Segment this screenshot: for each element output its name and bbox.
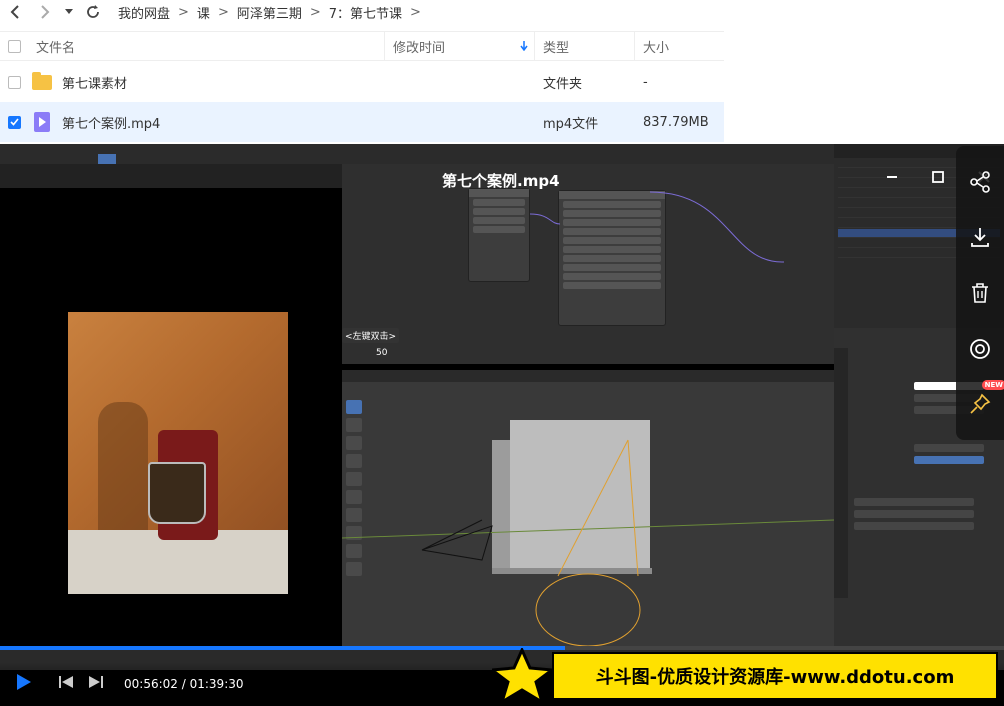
column-header-label: 修改时间 (393, 40, 446, 56)
breadcrumb-item[interactable]: 阿泽第三期 (231, 3, 308, 22)
breadcrumb-item[interactable]: 7：第七节课 (323, 3, 408, 22)
play-icon (17, 674, 31, 690)
current-time: 00:56:02 (124, 677, 178, 691)
download-button[interactable] (966, 223, 994, 251)
video-frame-render-view (0, 164, 342, 646)
share-button[interactable] (966, 168, 994, 196)
breadcrumb-item[interactable]: 我的网盘 (112, 3, 176, 22)
breadcrumb: 我的网盘 > 课 > 阿泽第三期 > 7：第七节课 > (112, 3, 423, 22)
caret-down-icon (65, 9, 73, 14)
refresh-button[interactable] (82, 1, 104, 23)
rendered-coffee-machine-image (68, 312, 288, 594)
video-frame-3d-viewport (342, 370, 834, 646)
play-button[interactable] (16, 673, 32, 695)
pin-icon (970, 393, 991, 414)
share-icon (970, 170, 990, 193)
delete-button[interactable] (966, 279, 994, 307)
check-icon (10, 118, 19, 126)
file-list-header: 文件名 修改时间 类型 大小 (0, 31, 724, 61)
watermark-star-logo (492, 648, 557, 704)
video-title: 第七个案例.mp4 (442, 172, 560, 190)
skip-previous-icon (59, 676, 73, 688)
back-button[interactable] (4, 1, 26, 23)
total-time: 01:39:30 (189, 677, 244, 691)
time-separator: / (181, 677, 186, 691)
download-icon (971, 228, 989, 248)
screenshot-button[interactable] (966, 335, 994, 363)
video-player[interactable]: <左键双击> 50 第七个案例.mp4 00:56:02 / 01:39:30 (0, 144, 1004, 706)
trash-icon (972, 283, 988, 303)
next-button[interactable] (88, 675, 104, 693)
previous-button[interactable] (58, 675, 74, 693)
breadcrumb-separator: > (178, 4, 189, 20)
file-row[interactable]: 第七课素材 文件夹 - (0, 62, 724, 102)
file-type: mp4文件 (543, 116, 599, 132)
player-side-toolbar: NEW (956, 146, 1004, 440)
skip-next-icon (89, 676, 103, 688)
video-frame-workspace-tabs (0, 154, 834, 164)
file-name[interactable]: 第七课素材 (62, 73, 127, 92)
sort-down-icon (520, 41, 528, 51)
forward-button[interactable] (34, 1, 56, 23)
video-frame-render-toolbar (0, 164, 342, 188)
new-badge: NEW (981, 380, 1004, 391)
column-header-type[interactable]: 类型 (534, 32, 634, 60)
minimize-icon (887, 176, 897, 178)
maximize-button[interactable] (926, 168, 950, 189)
watermark-banner: 斗斗图-优质设计资源库-www.ddotu.com (552, 652, 998, 700)
breadcrumb-separator: > (217, 4, 229, 20)
row-checkbox[interactable] (8, 75, 21, 89)
watermark-text: 斗斗图-优质设计资源库-www.ddotu.com (595, 667, 955, 688)
node-connection-lines (530, 191, 785, 263)
chevron-left-icon (10, 5, 19, 19)
key-hint-value: 50 (376, 348, 388, 358)
video-file-icon (34, 112, 50, 132)
folder-icon (32, 71, 52, 90)
history-dropdown-button[interactable] (58, 1, 80, 23)
key-hint-label: <左键双击> (342, 328, 400, 343)
target-icon (970, 338, 990, 359)
breadcrumb-item[interactable]: 课 (191, 3, 216, 22)
column-header-size[interactable]: 大小 (634, 32, 724, 60)
column-header-modified[interactable]: 修改时间 (384, 32, 534, 60)
node-box (468, 188, 530, 282)
minimize-button[interactable] (880, 168, 904, 189)
maximize-icon (932, 171, 944, 183)
navigation-bar: 我的网盘 > 课 > 阿泽第三期 > 7：第七节课 > (0, 0, 1004, 24)
file-row-selected[interactable]: 第七个案例.mp4 mp4文件 837.79MB (0, 102, 724, 142)
breadcrumb-separator: > (410, 4, 421, 20)
breadcrumb-separator: > (309, 4, 321, 20)
file-name[interactable]: 第七个案例.mp4 (62, 113, 160, 132)
column-header-label: 类型 (543, 40, 570, 56)
column-header-name[interactable]: 文件名 (28, 32, 75, 60)
viewport-gizmos (342, 439, 834, 646)
column-header-label: 文件名 (36, 40, 76, 56)
video-frame-app-header (0, 144, 834, 164)
file-size: 837.79MB (643, 114, 709, 130)
file-size: - (643, 74, 648, 90)
pin-button[interactable]: NEW (966, 380, 1004, 418)
file-type: 文件夹 (543, 76, 583, 92)
chevron-right-icon (41, 5, 50, 19)
column-header-label: 大小 (643, 40, 670, 56)
select-all-checkbox[interactable] (8, 39, 21, 53)
refresh-icon (87, 5, 99, 18)
video-frame-node-editor: <左键双击> 50 (342, 164, 834, 364)
playback-time: 00:56:02 / 01:39:30 (124, 677, 244, 691)
row-checkbox-checked[interactable] (8, 115, 21, 129)
